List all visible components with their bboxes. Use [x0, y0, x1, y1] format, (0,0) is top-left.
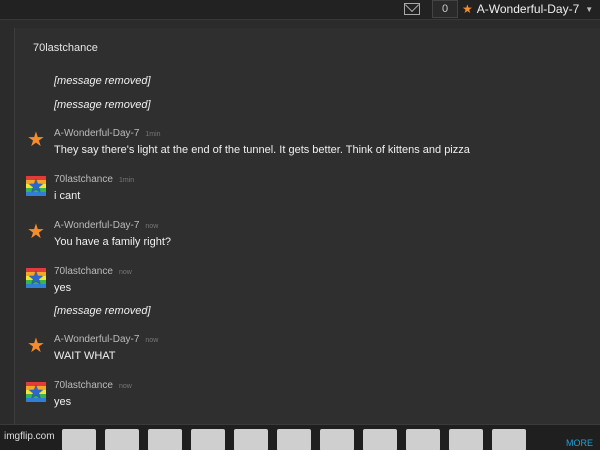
logo: imgflip.com	[4, 431, 55, 442]
meme-thumbnail[interactable]	[62, 429, 96, 450]
meme-bar: imgflip.com MORE	[0, 424, 600, 450]
thread-title: 70lastchance	[33, 42, 98, 54]
meme-thumbnail[interactable]	[492, 429, 526, 450]
avatar: ★	[26, 176, 46, 196]
message-text: [message removed]	[54, 75, 151, 87]
meme-thumbnail[interactable]	[406, 429, 440, 450]
avatar: ★	[27, 335, 45, 357]
message-text: i cant	[54, 190, 81, 202]
message-author: 70lastchance now	[54, 380, 132, 391]
message-text: [message removed]	[54, 305, 151, 317]
chevron-down-icon: ▼	[585, 4, 594, 14]
user-menu[interactable]: ★ A-Wonderful-Day-7 ▼	[462, 0, 593, 18]
avatar: ★	[27, 221, 45, 243]
message-author: 70lastchance 1min	[54, 174, 135, 185]
message-author: A-Wonderful-Day-7 now	[54, 334, 159, 345]
message-text: You have a family right?	[54, 236, 171, 248]
more-link[interactable]: MORE	[566, 438, 593, 448]
notification-count[interactable]: 0	[432, 0, 458, 18]
chat-panel: 70lastchance [message removed] [message …	[14, 28, 600, 424]
username: A-Wonderful-Day-7	[476, 2, 580, 16]
avatar: ★	[27, 129, 45, 151]
message-text: WAIT WHAT	[54, 350, 116, 362]
message-text: yes	[54, 282, 72, 294]
meme-thumbnail[interactable]	[191, 429, 225, 450]
meme-thumbnail[interactable]	[363, 429, 397, 450]
message-text: [message removed]	[54, 99, 151, 111]
message-text: They say there's light at the end of the…	[54, 144, 470, 156]
meme-thumbnail[interactable]	[105, 429, 139, 450]
star-icon: ★	[462, 2, 473, 16]
avatar: ★	[26, 382, 46, 402]
meme-thumbnail[interactable]	[234, 429, 268, 450]
meme-thumbnail[interactable]	[320, 429, 354, 450]
mail-icon[interactable]	[404, 3, 420, 15]
message-text: yes	[54, 396, 72, 408]
meme-thumbnail[interactable]	[148, 429, 182, 450]
message-author: A-Wonderful-Day-7 now	[54, 220, 159, 231]
meme-thumbnail[interactable]	[449, 429, 483, 450]
avatar: ★	[26, 268, 46, 288]
meme-thumbnail[interactable]	[277, 429, 311, 450]
message-author: A-Wonderful-Day-7 1min	[54, 128, 161, 139]
top-bar: 0 ★ A-Wonderful-Day-7 ▼	[0, 0, 600, 20]
message-author: 70lastchance now	[54, 266, 132, 277]
